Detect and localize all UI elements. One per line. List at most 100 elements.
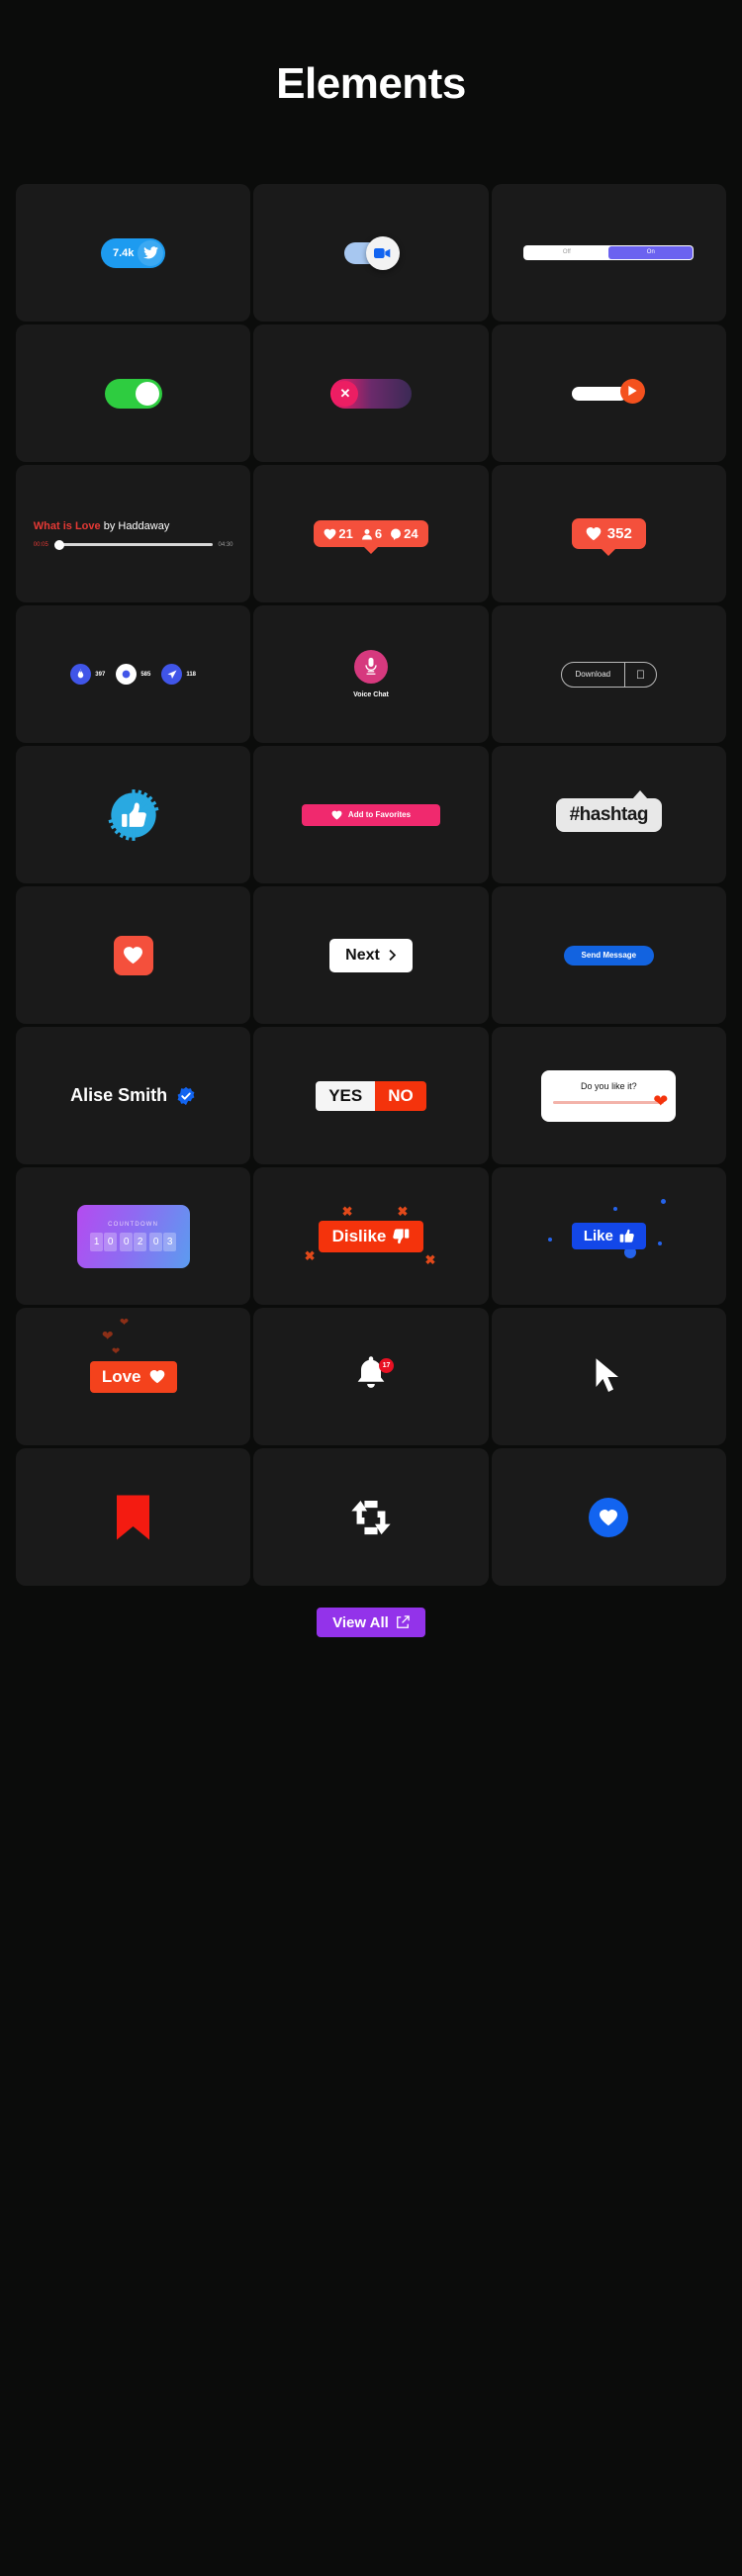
next-label: Next — [345, 946, 380, 964]
countdown-label: COUNTDOWN — [108, 1221, 159, 1228]
card-add-to-favorites[interactable]: Add to Favorites — [253, 746, 489, 883]
heart-icon[interactable]: ❤ — [653, 1092, 668, 1110]
twitter-count: 7.4k — [112, 246, 135, 259]
add-to-favorites-label: Add to Favorites — [347, 810, 412, 819]
x-decoration-icon: ✖ — [424, 1251, 436, 1267]
music-progress-track[interactable] — [53, 539, 213, 550]
card-play-toggle[interactable] — [491, 324, 726, 462]
card-like[interactable]: Like — [491, 1167, 726, 1305]
send-message-button[interactable]: Send Message — [563, 945, 655, 966]
thumbs-down-icon — [393, 1229, 410, 1244]
card-twitter-pill[interactable]: 7.4k — [16, 184, 251, 322]
add-to-favorites-button[interactable]: Add to Favorites — [301, 803, 440, 826]
card-voice-chat[interactable]: Voice Chat — [253, 605, 489, 743]
card-green-toggle[interactable] — [16, 324, 251, 462]
switch-option-on[interactable]: On — [608, 246, 694, 259]
heart-square-button[interactable] — [113, 935, 153, 975]
apple-logo-icon:  — [625, 668, 656, 682]
music-artist: by Haddaway — [100, 519, 170, 532]
view-all-button[interactable]: View All — [317, 1608, 425, 1637]
card-verified-user[interactable]: Alise Smith — [16, 1027, 251, 1164]
heart-icon — [586, 527, 602, 541]
countdown-digit: 0 — [104, 1232, 118, 1251]
do-you-like-it-question: Do you like it? — [581, 1080, 637, 1091]
countdown-digit: 0 — [149, 1232, 163, 1251]
card-love[interactable]: ❤ ❤ ❤ Love — [16, 1308, 251, 1445]
close-icon[interactable]: ✕ — [331, 380, 358, 407]
instagram-stats-tooltip: 21 6 24 — [314, 520, 428, 547]
card-gradient-toggle[interactable]: ✕ — [253, 324, 489, 462]
green-toggle[interactable] — [104, 378, 162, 409]
gradient-toggle[interactable]: ✕ — [329, 378, 412, 409]
no-option[interactable]: NO — [375, 1080, 426, 1111]
card-yes-no[interactable]: YES NO — [253, 1027, 489, 1164]
zoom-toggle-knob[interactable] — [365, 235, 400, 270]
card-download-button[interactable]: Download  — [491, 605, 726, 743]
likes-count: 21 — [338, 526, 353, 541]
verified-thumb-badge[interactable] — [107, 788, 160, 842]
love-label: Love — [101, 1366, 141, 1386]
card-cursor[interactable] — [491, 1308, 726, 1445]
card-zoom-toggle[interactable] — [253, 184, 489, 322]
yes-no-toggle[interactable]: YES NO — [316, 1080, 426, 1111]
love-button[interactable]: Love — [89, 1360, 177, 1393]
music-song-name: What is Love — [33, 519, 101, 532]
music-progress-handle[interactable] — [53, 539, 64, 550]
card-music-player[interactable]: What is Love by Haddaway 00:05 04:30 — [16, 465, 251, 602]
card-dislike[interactable]: ✖ ✖ ✖ ✖ Dislike — [253, 1167, 489, 1305]
card-send-message[interactable]: Send Message — [491, 886, 726, 1024]
card-off-on-switch[interactable]: Off On — [491, 184, 726, 322]
next-button[interactable]: Next — [329, 938, 413, 972]
do-you-like-it-slider[interactable]: ❤ — [553, 1092, 668, 1110]
microphone-icon[interactable] — [353, 650, 388, 684]
footer: View All — [0, 1608, 742, 1637]
download-button[interactable]: Download  — [560, 661, 658, 688]
yes-option[interactable]: YES — [316, 1080, 376, 1111]
play-icon[interactable] — [620, 378, 646, 404]
card-social-counters[interactable]: 397 585 118 — [16, 605, 251, 743]
blue-heart-button[interactable] — [589, 1497, 629, 1537]
card-heart-square[interactable] — [16, 886, 251, 1024]
dislike-button[interactable]: Dislike — [318, 1220, 424, 1252]
card-countdown[interactable]: COUNTDOWN 1 0 0 2 0 3 — [16, 1167, 251, 1305]
external-link-icon — [396, 1615, 410, 1628]
thumbs-up-icon — [108, 788, 159, 841]
voice-chat[interactable]: Voice Chat — [353, 650, 389, 698]
card-retweet[interactable] — [253, 1448, 489, 1586]
sparkle-decoration-icon — [612, 1207, 617, 1211]
bookmark-icon[interactable] — [117, 1495, 150, 1540]
card-like-tooltip[interactable]: 352 — [491, 465, 726, 602]
sparkle-decoration-icon — [657, 1242, 662, 1245]
card-next-button[interactable]: Next — [253, 886, 489, 1024]
zoom-toggle[interactable] — [343, 235, 400, 270]
notification-bell[interactable]: 17 — [354, 1354, 394, 1399]
heart-icon — [331, 810, 342, 820]
do-you-like-it-widget: Do you like it? ❤ — [541, 1069, 677, 1122]
off-on-switch[interactable]: Off On — [523, 245, 695, 260]
send-icon — [161, 664, 183, 685]
play-toggle[interactable] — [572, 378, 646, 404]
switch-option-off[interactable]: Off — [524, 246, 608, 259]
retweet-icon[interactable] — [350, 1499, 392, 1536]
followers-count: 6 — [374, 526, 383, 541]
counter-send[interactable]: 118 — [161, 664, 196, 685]
music-current-time: 00:05 — [33, 541, 48, 548]
heart-icon: ❤ — [119, 1316, 130, 1329]
counter-clap[interactable]: 585 — [116, 664, 150, 685]
card-instagram-stats[interactable]: 21 6 24 — [253, 465, 489, 602]
card-notification-bell[interactable]: 17 — [253, 1308, 489, 1445]
card-hashtag[interactable]: #hashtag — [491, 746, 726, 883]
card-blue-heart[interactable] — [491, 1448, 726, 1586]
card-do-you-like-it[interactable]: Do you like it? ❤ — [491, 1027, 726, 1164]
sparkle-decoration-icon — [547, 1238, 552, 1242]
verified-badge-icon — [177, 1086, 195, 1105]
countdown-digits: 1 0 0 2 0 3 — [90, 1232, 177, 1251]
card-bookmark[interactable] — [16, 1448, 251, 1586]
green-toggle-knob — [135, 381, 159, 406]
card-verified-thumb[interactable] — [16, 746, 251, 883]
counter-fire[interactable]: 397 — [70, 664, 105, 685]
like-button[interactable]: Like — [571, 1223, 646, 1249]
twitter-pill[interactable]: 7.4k — [100, 237, 166, 268]
dislike-label: Dislike — [331, 1226, 387, 1245]
heart-icon — [600, 1509, 618, 1525]
